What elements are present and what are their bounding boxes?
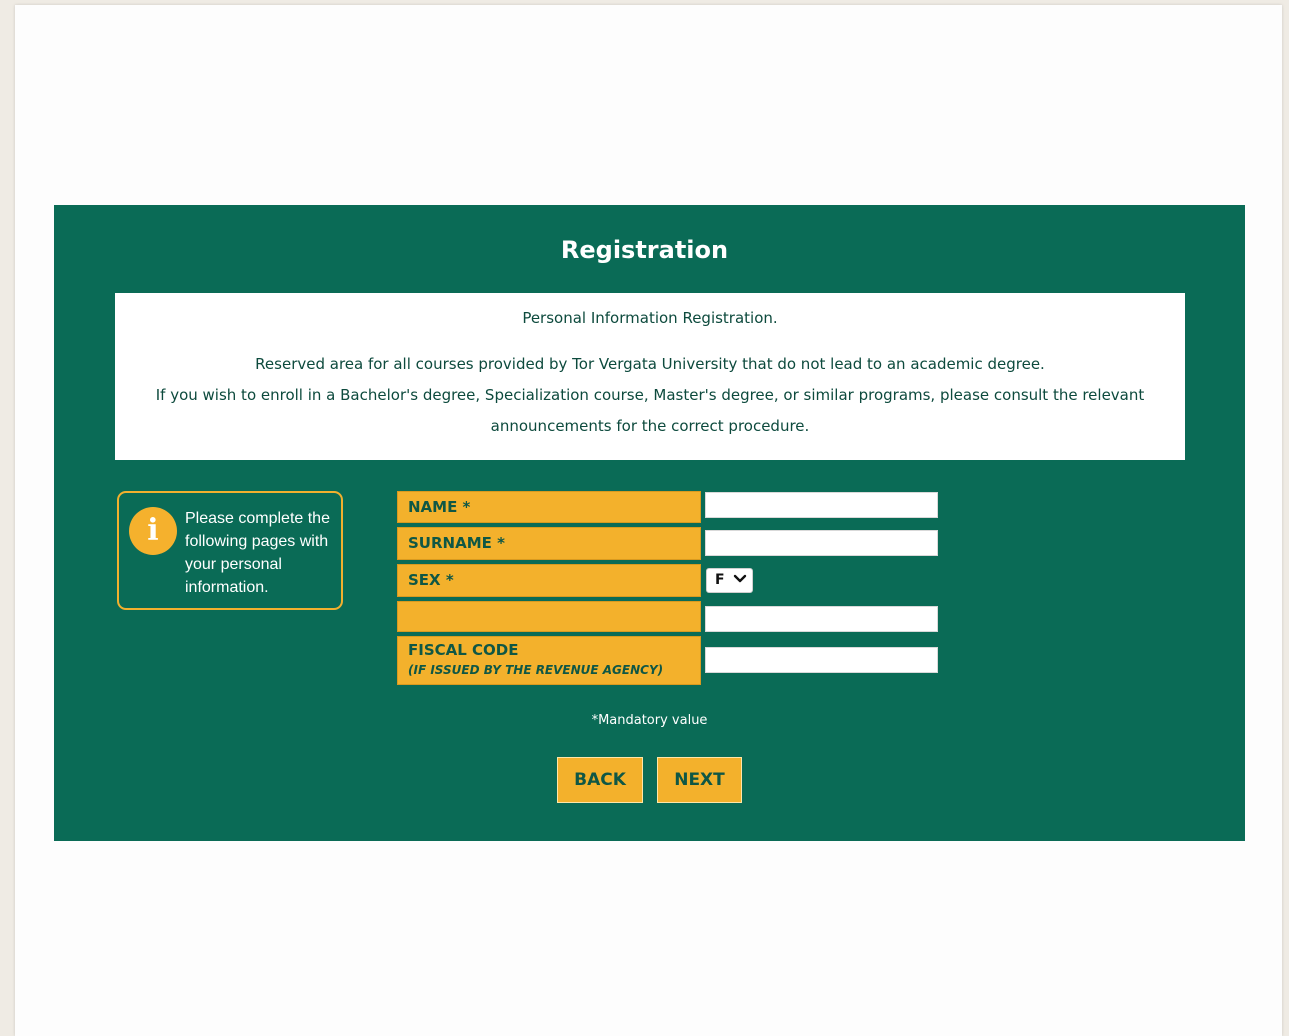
mandatory-note: *Mandatory value xyxy=(591,713,708,728)
notice-line-2: If you wish to enroll in a Bachelor's de… xyxy=(155,386,1145,404)
info-icon: i xyxy=(129,507,177,555)
blank-input[interactable] xyxy=(705,606,938,632)
sex-label: SEX * xyxy=(397,564,701,597)
next-button[interactable]: NEXT xyxy=(657,757,742,803)
info-text: Please complete the following pages with… xyxy=(185,510,330,596)
notice-line-1: Reserved area for all courses provided b… xyxy=(255,355,1045,373)
fiscal-code-sublabel: (IF ISSUED BY THE REVENUE AGENCY) xyxy=(408,663,664,677)
fiscal-code-label: FISCAL CODE (IF ISSUED BY THE REVENUE AG… xyxy=(397,636,701,685)
info-box: i Please complete the following pages wi… xyxy=(117,491,343,610)
fiscal-code-input[interactable] xyxy=(705,647,938,673)
sex-select-value: F xyxy=(715,572,725,588)
name-input[interactable] xyxy=(705,492,938,518)
surname-input[interactable] xyxy=(705,530,938,556)
surname-label: SURNAME * xyxy=(397,527,701,560)
name-label: NAME * xyxy=(397,491,701,523)
sex-select[interactable]: F xyxy=(706,568,753,593)
page-title: Registration xyxy=(560,236,729,264)
notice-heading: Personal Information Registration. xyxy=(522,309,778,327)
blank-label xyxy=(397,601,701,632)
notice-line-3: announcements for the correct procedure. xyxy=(490,417,810,435)
fiscal-code-label-text: FISCAL CODE xyxy=(408,641,519,659)
chevron-down-icon xyxy=(733,574,747,583)
notice-box: Personal Information Registration. Reser… xyxy=(115,293,1185,460)
back-button[interactable]: BACK xyxy=(557,757,643,803)
